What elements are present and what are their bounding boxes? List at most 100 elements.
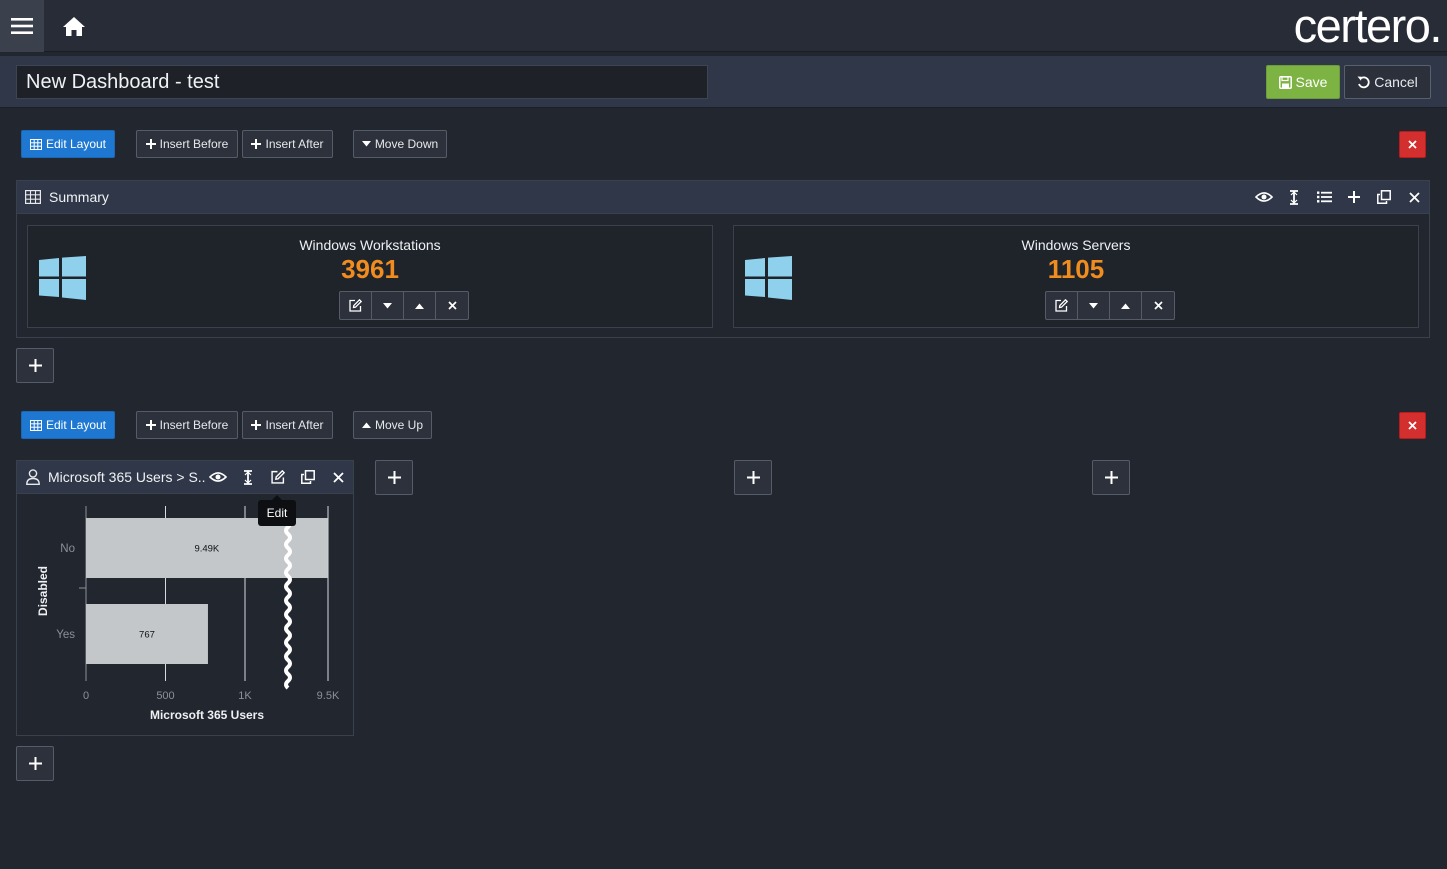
list-icon <box>1316 191 1332 203</box>
metric-tile: Windows Servers 1105 <box>733 225 1419 328</box>
edit-tooltip: Edit <box>258 495 296 526</box>
move-up-button[interactable]: Move Up <box>353 411 432 439</box>
grid-icon <box>29 419 42 431</box>
insert-after-button[interactable]: Insert After <box>242 130 333 158</box>
axis-break <box>284 504 292 690</box>
summary-panel: Summary Windows Workstations 3961 Window… <box>16 180 1430 338</box>
certero-logo: certero. <box>1293 0 1443 52</box>
plus-icon <box>28 359 42 372</box>
move-tile-down-button[interactable] <box>372 292 404 319</box>
plus-icon <box>387 471 401 484</box>
tile-title: Windows Servers <box>1021 237 1131 253</box>
close-icon <box>1408 191 1420 203</box>
summary-panel-header: Summary <box>17 181 1429 214</box>
home-icon <box>63 16 85 36</box>
cancel-label: Cancel <box>1374 74 1418 90</box>
tile-value: 1105 <box>1047 254 1105 284</box>
eye-icon <box>1255 192 1273 202</box>
caret-up-icon <box>415 303 424 309</box>
x-tick-label: 500 <box>156 690 174 702</box>
edit-icon <box>271 470 285 484</box>
metric-tile: Windows Workstations 3961 <box>27 225 713 328</box>
eye-icon <box>209 472 227 482</box>
remove-tile-button[interactable] <box>1142 292 1174 319</box>
chart-widget-header: Microsoft 365 Users > S.. <box>17 461 353 494</box>
insert-after-label: Insert After <box>265 137 324 151</box>
insert-before-button[interactable]: Insert Before <box>136 130 238 158</box>
move-tile-up-button[interactable] <box>1110 292 1142 319</box>
x-axis-title: Microsoft 365 Users <box>150 708 264 722</box>
user-icon <box>26 469 40 485</box>
category-labels: No Yes <box>56 543 75 641</box>
text-button[interactable] <box>1284 187 1304 207</box>
add-widget-column-2-button[interactable] <box>375 460 413 495</box>
chart-bars: 9.49K 767 <box>86 518 328 664</box>
move-down-label: Move Down <box>374 137 439 151</box>
duplicate-button[interactable] <box>298 467 318 487</box>
plus-icon <box>1348 191 1360 203</box>
plus-icon <box>1104 471 1118 484</box>
panel-title: Summary <box>49 189 109 205</box>
plus-icon <box>145 139 156 149</box>
x-tick-labels: 0 500 1K 9.5K <box>83 690 340 702</box>
save-icon <box>1278 75 1292 89</box>
list-button[interactable] <box>1314 187 1334 207</box>
edit-layout-button[interactable]: Edit Layout <box>21 411 115 439</box>
chart-widget: Microsoft 365 Users > S.. 9.49K 767 No Yes… <box>16 460 354 736</box>
grid-icon <box>29 138 42 150</box>
edit-tile-button[interactable] <box>1046 292 1078 319</box>
tile-toolbar <box>1045 291 1175 320</box>
insert-before-button[interactable]: Insert Before <box>136 411 238 439</box>
visibility-button[interactable] <box>1254 187 1274 207</box>
add-widget-column-4-button[interactable] <box>1092 460 1130 495</box>
close-icon <box>1153 301 1163 310</box>
y-axis-title: Disabled <box>36 566 50 616</box>
category-label: No <box>60 543 75 555</box>
move-tile-up-button[interactable] <box>404 292 436 319</box>
delete-row-button[interactable] <box>1399 131 1426 158</box>
delete-row-button[interactable] <box>1399 412 1426 439</box>
move-tile-down-button[interactable] <box>1078 292 1110 319</box>
move-down-button[interactable]: Move Down <box>353 130 447 158</box>
cancel-button[interactable]: Cancel <box>1344 65 1431 99</box>
x-tick-label: 0 <box>83 690 89 702</box>
add-row-button[interactable] <box>16 746 54 781</box>
home-button[interactable] <box>56 10 92 42</box>
menu-button[interactable] <box>0 0 44 52</box>
close-icon <box>332 471 344 483</box>
dashboard-title-bar: Save Cancel <box>0 56 1447 108</box>
caret-up-icon <box>361 422 371 428</box>
insert-after-button[interactable]: Insert After <box>242 411 333 439</box>
visibility-button[interactable] <box>208 467 228 487</box>
add-row-button[interactable] <box>16 348 54 383</box>
close-panel-button[interactable] <box>1404 187 1424 207</box>
add-widget-column-3-button[interactable] <box>734 460 772 495</box>
edit-layout-label: Edit Layout <box>45 137 107 151</box>
edit-tile-button[interactable] <box>340 292 372 319</box>
close-icon <box>1408 421 1417 430</box>
text-button[interactable] <box>238 467 258 487</box>
edit-layout-label: Edit Layout <box>45 418 107 432</box>
text-cursor-icon <box>1290 189 1298 205</box>
close-widget-button[interactable] <box>328 467 348 487</box>
dashboard-title-input[interactable] <box>16 65 708 99</box>
plus-icon <box>28 757 42 770</box>
widget-title: Microsoft 365 Users > S.. <box>48 469 206 485</box>
category-label: Yes <box>56 629 75 641</box>
bar-chart: 9.49K 767 No Yes 0 500 1K 9.5K Microsoft 365 … <box>36 504 340 722</box>
undo-icon <box>1357 75 1370 88</box>
save-button[interactable]: Save <box>1266 65 1340 99</box>
grid-icon <box>25 190 41 204</box>
edit-widget-button[interactable] <box>268 467 288 487</box>
edit-layout-button[interactable]: Edit Layout <box>21 130 115 158</box>
edit-icon <box>1055 299 1068 312</box>
remove-tile-button[interactable] <box>436 292 468 319</box>
insert-before-label: Insert Before <box>159 137 229 151</box>
tile-value: 3961 <box>341 254 399 284</box>
insert-before-label: Insert Before <box>159 418 229 432</box>
insert-after-label: Insert After <box>265 418 324 432</box>
duplicate-button[interactable] <box>1374 187 1394 207</box>
save-label: Save <box>1295 74 1328 90</box>
plus-icon <box>746 471 760 484</box>
add-widget-button[interactable] <box>1344 187 1364 207</box>
